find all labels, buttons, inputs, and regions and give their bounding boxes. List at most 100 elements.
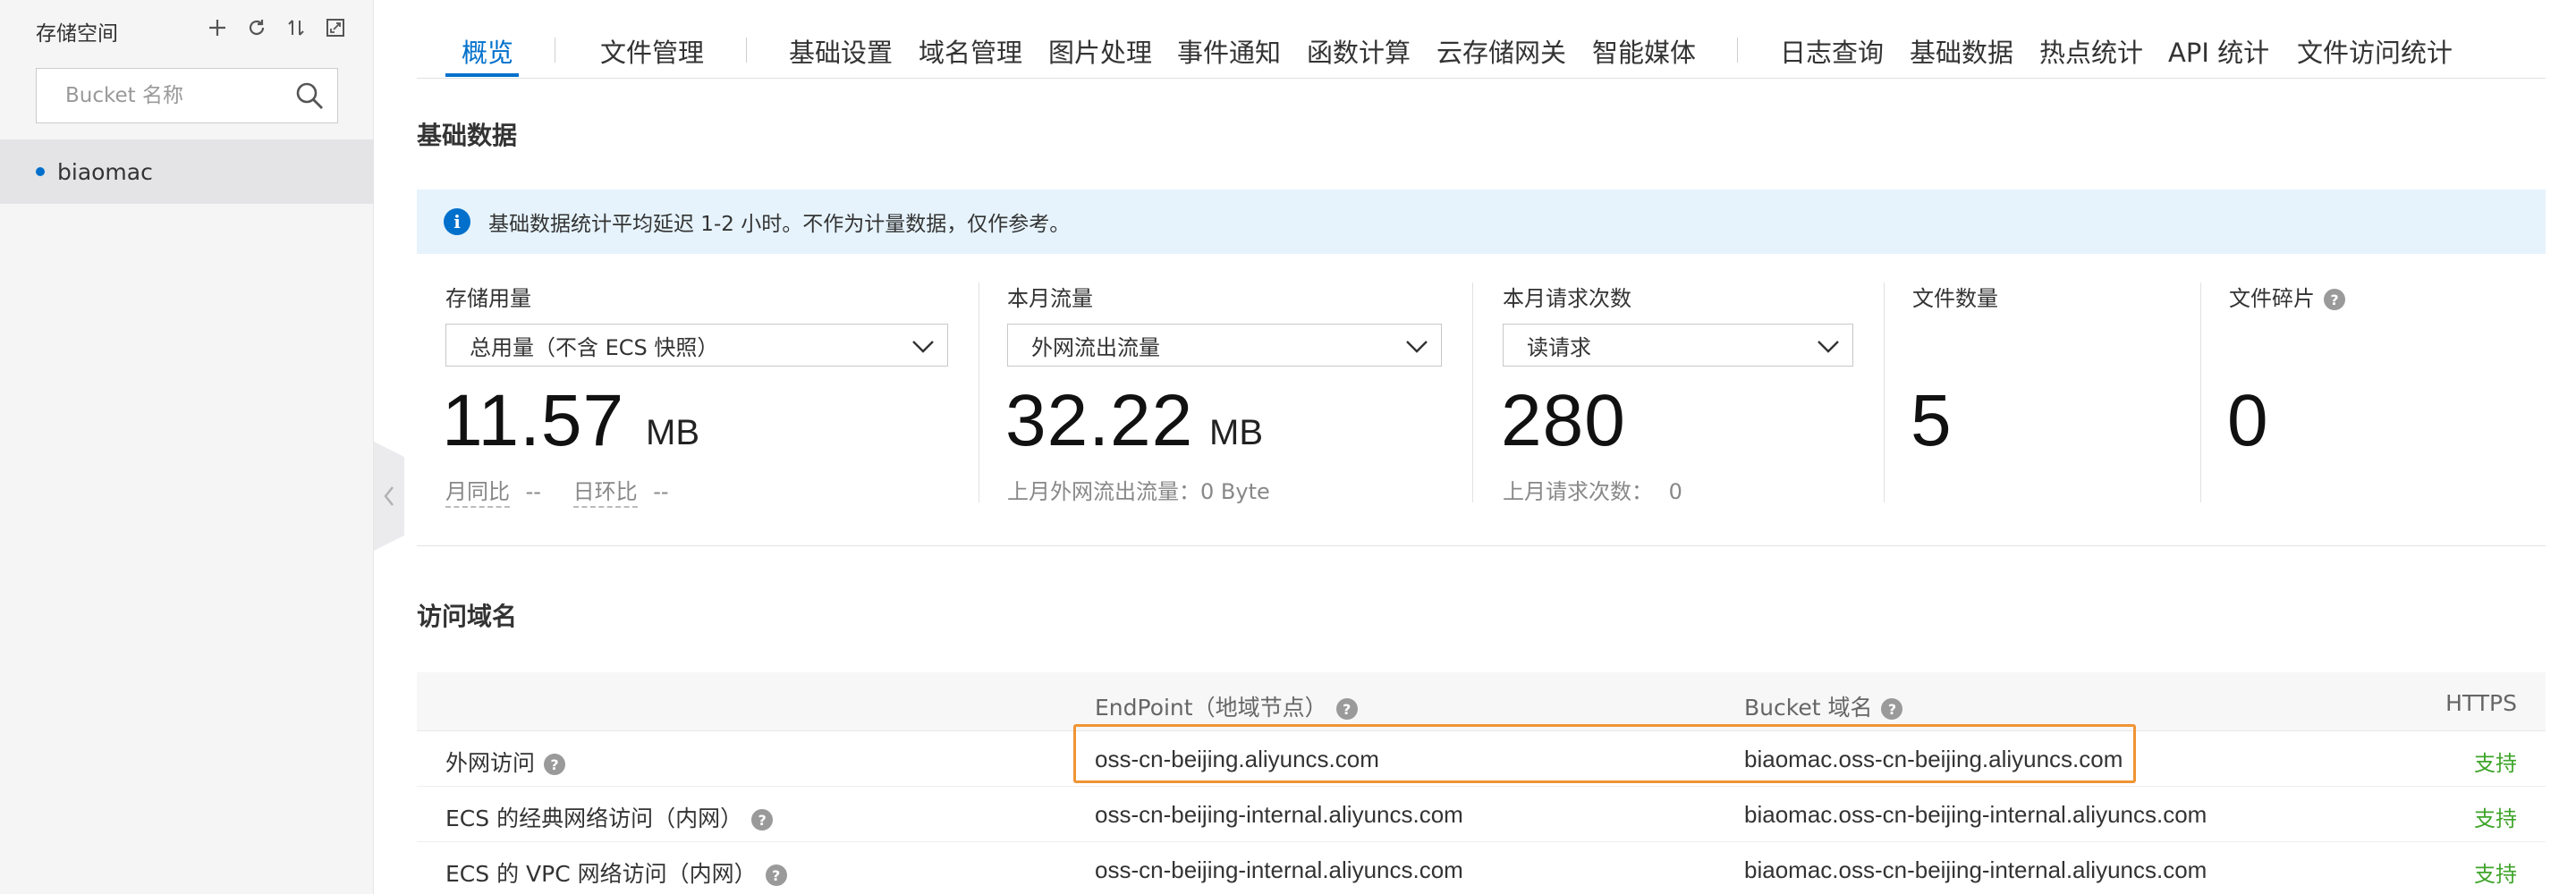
basic-data-title: 基础数据 bbox=[417, 121, 518, 150]
row-label-text: 外网访问 bbox=[445, 750, 536, 776]
bucket-search-input[interactable] bbox=[37, 69, 287, 122]
tab-image-processing[interactable]: 图片处理 bbox=[1048, 32, 1152, 70]
stat-divider bbox=[1884, 283, 1885, 502]
table-row: ECS 的经典网络访问（内网）? oss-cn-beijing-internal… bbox=[417, 787, 2546, 842]
tab-file-management[interactable]: 文件管理 bbox=[600, 32, 704, 70]
row-label: 外网访问? bbox=[445, 746, 566, 778]
fragments-label: 文件碎片 bbox=[2229, 286, 2315, 311]
storage-unit: MB bbox=[646, 413, 699, 452]
requests-last-month-label: 上月请求次数： bbox=[1503, 479, 1653, 504]
expand-button[interactable] bbox=[322, 14, 349, 41]
chevron-down-icon bbox=[1406, 341, 1428, 353]
storage-label: 存储用量 bbox=[445, 286, 531, 311]
dod-value: -- bbox=[653, 479, 669, 504]
mom-value: -- bbox=[525, 479, 541, 504]
endpoint-column-header: EndPoint（地域节点）? bbox=[1095, 690, 1358, 722]
sidebar-item-bucket[interactable]: biaomac bbox=[0, 139, 374, 204]
help-icon[interactable]: ? bbox=[1335, 698, 1358, 720]
active-tab-indicator bbox=[445, 73, 519, 77]
refresh-button[interactable] bbox=[243, 14, 270, 41]
expand-icon bbox=[326, 19, 344, 37]
request-type-select[interactable]: 读请求 bbox=[1503, 324, 1853, 367]
storage-type-value: 总用量（不含 ECS 快照） bbox=[470, 334, 719, 360]
tab-basic-settings[interactable]: 基础设置 bbox=[789, 32, 893, 70]
tab-file-access-statistics[interactable]: 文件访问统计 bbox=[2297, 32, 2453, 70]
row-label-text: ECS 的 VPC 网络访问（内网） bbox=[445, 861, 757, 887]
tab-log-query[interactable]: 日志查询 bbox=[1780, 32, 1884, 70]
traffic-type-value: 外网流出流量 bbox=[1031, 334, 1160, 360]
row-label: ECS 的经典网络访问（内网）? bbox=[445, 801, 774, 833]
bucket-domain-value[interactable]: biaomac.oss-cn-beijing-internal.aliyuncs… bbox=[1744, 856, 2207, 884]
sort-button[interactable] bbox=[283, 14, 309, 41]
notice-text: 基础数据统计平均延迟 1-2 小时。不作为计量数据，仅作参考。 bbox=[488, 213, 1071, 236]
requests-label: 本月请求次数 bbox=[1503, 286, 1631, 311]
sidebar-toolbar bbox=[204, 14, 349, 41]
tab-intelligent-media[interactable]: 智能媒体 bbox=[1592, 32, 1696, 70]
bucket-search-box bbox=[36, 68, 338, 123]
request-type-value: 读请求 bbox=[1527, 334, 1591, 360]
requests-last-month: 上月请求次数： 0 bbox=[1503, 474, 1682, 505]
bucket-domain-column-label: Bucket 域名 bbox=[1744, 695, 1873, 721]
sort-icon bbox=[288, 20, 304, 36]
help-icon[interactable]: ? bbox=[751, 809, 774, 831]
tab-basic-data[interactable]: 基础数据 bbox=[1910, 32, 2013, 70]
traffic-value: 32.22 bbox=[1005, 380, 1194, 461]
endpoint-value[interactable]: oss-cn-beijing.aliyuncs.com bbox=[1095, 746, 1379, 773]
bucket-domain-value[interactable]: biaomac.oss-cn-beijing-internal.aliyuncs… bbox=[1744, 801, 2207, 829]
https-column-header: HTTPS bbox=[2445, 690, 2517, 716]
tab-cloud-storage-gateway[interactable]: 云存储网关 bbox=[1436, 32, 1566, 70]
traffic-label: 本月流量 bbox=[1007, 286, 1093, 311]
https-support-status: 支持 bbox=[2474, 806, 2517, 831]
table-row: 外网访问? oss-cn-beijing.aliyuncs.com biaoma… bbox=[417, 731, 2546, 787]
fragments-label-group: 文件碎片? bbox=[2229, 281, 2345, 312]
files-label: 文件数量 bbox=[1912, 286, 1998, 311]
tab-api-statistics[interactable]: API 统计 bbox=[2168, 32, 2269, 70]
chevron-left-icon bbox=[384, 486, 394, 506]
bucket-domain-value[interactable]: biaomac.oss-cn-beijing.aliyuncs.com bbox=[1744, 746, 2123, 773]
traffic-type-select[interactable]: 外网流出流量 bbox=[1007, 324, 1442, 367]
sidebar: 存储空间 biaomac bbox=[0, 0, 374, 894]
tab-domain-management[interactable]: 域名管理 bbox=[919, 32, 1022, 70]
tab-separator bbox=[1737, 38, 1738, 63]
tab-bar: 概览 文件管理 基础设置 域名管理 图片处理 事件通知 函数计算 云存储网关 智… bbox=[417, 0, 2546, 79]
bucket-name: biaomac bbox=[57, 158, 153, 185]
dod-label[interactable]: 日环比 bbox=[572, 479, 638, 508]
storage-type-select[interactable]: 总用量（不含 ECS 快照） bbox=[445, 324, 948, 367]
selected-dot-icon bbox=[36, 167, 45, 176]
tab-separator bbox=[746, 38, 747, 63]
tab-overview[interactable]: 概览 bbox=[462, 32, 513, 70]
storage-comparison: 月同比 -- 日环比 -- bbox=[445, 474, 669, 508]
access-domain-title: 访问域名 bbox=[417, 602, 518, 631]
refresh-icon bbox=[249, 20, 265, 36]
files-value: 5 bbox=[1911, 380, 1953, 461]
traffic-last-month: 上月外网流出流量：0 Byte bbox=[1007, 479, 1270, 504]
section-divider bbox=[417, 545, 2546, 546]
stat-divider bbox=[1472, 283, 1473, 502]
add-bucket-button[interactable] bbox=[204, 14, 231, 41]
help-icon[interactable]: ? bbox=[1881, 698, 1903, 720]
https-support-status: 支持 bbox=[2474, 751, 2517, 776]
traffic-unit: MB bbox=[1209, 413, 1263, 452]
requests-last-month-value: 0 bbox=[1668, 479, 1682, 504]
help-icon[interactable]: ? bbox=[544, 754, 566, 775]
endpoint-value[interactable]: oss-cn-beijing-internal.aliyuncs.com bbox=[1095, 801, 1463, 829]
search-icon[interactable] bbox=[294, 80, 325, 111]
fragments-value: 0 bbox=[2227, 380, 2269, 461]
requests-value: 280 bbox=[1501, 380, 1626, 461]
tab-hotspot-statistics[interactable]: 热点统计 bbox=[2039, 32, 2143, 70]
sidebar-collapse-handle[interactable] bbox=[374, 442, 404, 551]
row-label-text: ECS 的经典网络访问（内网） bbox=[445, 805, 743, 831]
plus-icon bbox=[209, 20, 225, 36]
tab-event-notification[interactable]: 事件通知 bbox=[1177, 32, 1281, 70]
chevron-down-icon bbox=[912, 341, 934, 353]
mom-label[interactable]: 月同比 bbox=[445, 479, 510, 508]
help-icon[interactable]: ? bbox=[2324, 289, 2345, 310]
stat-divider bbox=[2200, 283, 2201, 502]
help-icon[interactable]: ? bbox=[765, 864, 787, 886]
tab-function-compute[interactable]: 函数计算 bbox=[1307, 32, 1411, 70]
endpoint-value[interactable]: oss-cn-beijing-internal.aliyuncs.com bbox=[1095, 856, 1463, 884]
info-icon: i bbox=[444, 208, 470, 235]
row-label: ECS 的 VPC 网络访问（内网）? bbox=[445, 856, 787, 889]
endpoint-column-label: EndPoint（地域节点） bbox=[1095, 695, 1327, 721]
notice-banner: i 基础数据统计平均延迟 1-2 小时。不作为计量数据，仅作参考。 bbox=[417, 190, 2546, 254]
